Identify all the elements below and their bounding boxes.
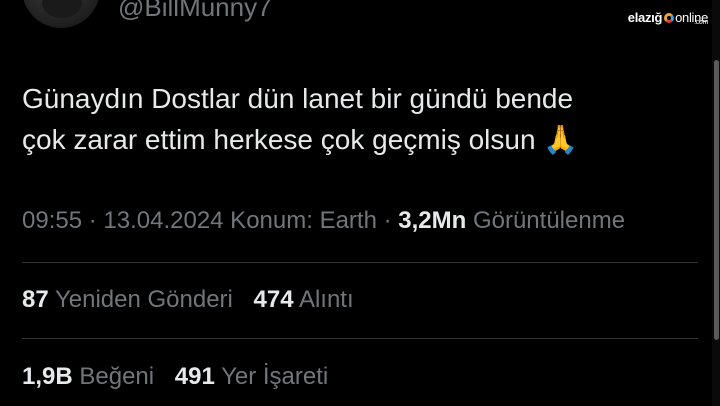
likes-label: Beğeni — [79, 363, 155, 390]
quotes-count: 474 — [253, 286, 294, 313]
tweet-time[interactable]: 09:55 — [22, 207, 82, 234]
bookmarks-count: 491 — [174, 363, 215, 390]
reposts-count: 87 — [22, 286, 49, 313]
tweet-line-1: Günaydın Dostlar dün lanet bir gündü ben… — [22, 83, 574, 114]
stats-row-likes: 1,9B Beğeni 491 Yer İşareti — [22, 363, 342, 391]
divider — [22, 262, 698, 263]
avatar[interactable] — [22, 0, 100, 28]
tweet-date[interactable]: 13.04.2024 — [103, 207, 223, 234]
bookmarks-label: Yer İşareti — [221, 363, 329, 390]
divider — [22, 338, 698, 339]
meta-separator: · — [82, 207, 104, 234]
likes-stat[interactable]: 1,9B Beğeni — [22, 363, 154, 390]
tweet-meta: 09:55 · 13.04.2024 Konum: Earth · 3,2Mn … — [22, 207, 625, 235]
tweet-text: Günaydın Dostlar dün lanet bir gündü ben… — [22, 78, 702, 160]
logo-ring-icon — [664, 12, 675, 23]
scrollbar-thumb[interactable] — [714, 60, 719, 340]
reposts-stat[interactable]: 87 Yeniden Gönderi — [22, 286, 233, 313]
tweet-line-2-text: çok zarar ettim herkese çok geçmiş olsun — [22, 124, 536, 155]
avatar-shade — [42, 0, 82, 18]
reposts-label: Yeniden Gönderi — [54, 286, 233, 313]
bookmarks-stat[interactable]: 491 Yer İşareti — [175, 363, 328, 390]
folded-hands-icon: 🙏 — [543, 124, 579, 155]
stats-row-engagement: 87 Yeniden Gönderi 474 Alıntı — [22, 286, 368, 314]
tweet-line-2: çok zarar ettim herkese çok geçmiş olsun… — [22, 119, 702, 160]
tweet-location: Konum: Earth — [223, 207, 377, 234]
logo-text-a: elazığ — [627, 10, 663, 25]
scrollbar[interactable] — [712, 0, 720, 406]
quotes-label: Alıntı — [298, 286, 354, 313]
quotes-stat[interactable]: 474 Alıntı — [254, 286, 354, 313]
meta-separator: · — [376, 207, 399, 234]
views-count[interactable]: 3,2Mn — [398, 207, 466, 234]
author-handle[interactable]: @BillMunny7 — [118, 0, 272, 23]
logo-text-c: .com — [694, 19, 708, 26]
views-label: Görüntülenme — [466, 207, 626, 234]
likes-count: 1,9B — [22, 363, 73, 390]
elazig-online-logo: elazığ online .com — [627, 10, 709, 26]
